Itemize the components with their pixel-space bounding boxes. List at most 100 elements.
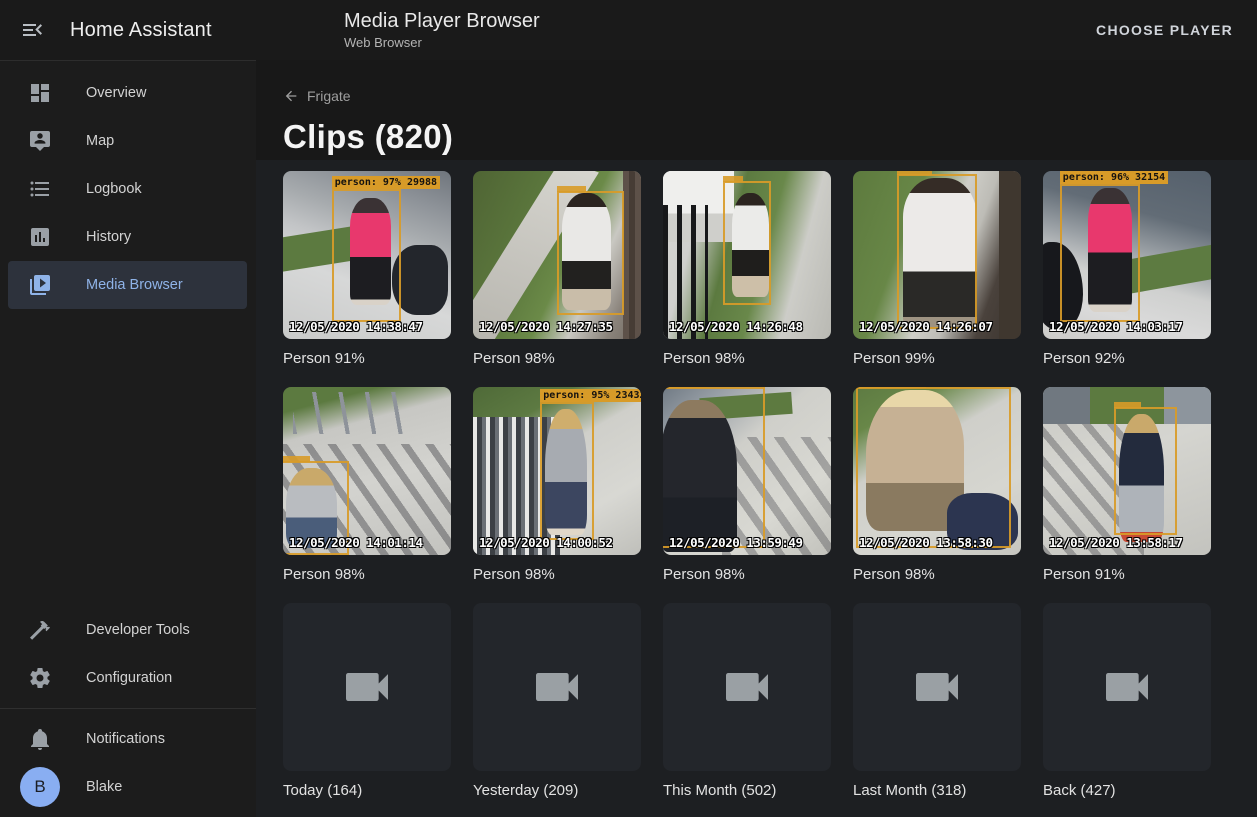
clip-caption: Person 98% [853,566,1021,583]
media-browser-content: Frigate Clips (820) person: 97% 29988 12… [256,60,1257,817]
timestamp-overlay: 12/05/2020 14:27:35 [479,319,613,334]
folder-card-today[interactable]: Today (164) [283,603,451,799]
sidebar-item-user[interactable]: B Blake [8,763,247,811]
folder-card-back[interactable]: Back (427) [1043,603,1211,799]
detection-box: person: 96% 32154 [1060,184,1141,322]
clip-card[interactable]: 12/05/2020 14:26:48 Person 98% [663,171,831,367]
breadcrumb-back-frigate[interactable]: Frigate [283,88,351,104]
clips-grid-area: person: 97% 29988 12/05/2020 14:38:47 Pe… [256,160,1257,817]
video-camera-icon [339,659,395,715]
clip-card[interactable]: 12/05/2020 14:01:14 Person 98% [283,387,451,583]
gear-icon [28,666,52,690]
chart-box-icon [28,225,52,249]
sidebar-item-label: Overview [86,85,146,101]
arrow-left-icon [283,88,299,104]
detection-box [856,387,1011,548]
sidebar-top: Overview Map Logbook History Media Brows… [0,69,256,309]
video-camera-icon [719,659,775,715]
sidebar-item-label: Developer Tools [86,622,190,638]
sidebar-item-label: Configuration [86,670,172,686]
sidebar-item-logbook[interactable]: Logbook [8,165,247,213]
folder-thumbnail [473,603,641,771]
folder-thumbnail [663,603,831,771]
dashboard-icon [28,81,52,105]
sidebar-item-configuration[interactable]: Configuration [8,654,247,702]
detection-box: person: 95% 23432 [540,402,594,540]
timestamp-overlay: 12/05/2020 14:00:52 [479,535,613,550]
sidebar: Overview Map Logbook History Media Brows… [0,60,256,817]
sidebar-item-notifications[interactable]: Notifications [8,715,247,763]
clip-caption: Person 98% [473,350,641,367]
avatar: B [20,767,60,807]
timestamp-overlay: 12/05/2020 14:38:47 [289,319,423,334]
folder-thumbnail [853,603,1021,771]
app-title: Home Assistant [70,19,212,42]
sidebar-item-label: Notifications [86,731,165,747]
clips-grid: person: 97% 29988 12/05/2020 14:38:47 Pe… [283,171,1230,799]
page-title: Media Player Browser [344,10,540,33]
sidebar-item-history[interactable]: History [8,213,247,261]
timestamp-overlay: 12/05/2020 14:01:14 [289,535,423,550]
video-camera-icon [529,659,585,715]
clip-thumbnail: person: 96% 32154 12/05/2020 14:03:17 [1043,171,1211,339]
page-title-block: Media Player Browser Web Browser [344,10,540,50]
clip-card[interactable]: person: 95% 23432 12/05/2020 14:00:52 Pe… [473,387,641,583]
clip-card[interactable]: 12/05/2020 14:27:35 Person 98% [473,171,641,367]
clip-thumbnail: person: 95% 23432 12/05/2020 14:00:52 [473,387,641,555]
detection-box: person: 97% 29988 [332,189,401,322]
sidebar-bottom: Developer Tools Configuration Notificati… [0,606,256,811]
sidebar-item-media-browser[interactable]: Media Browser [8,261,247,309]
folder-label: This Month (502) [663,782,831,799]
folder-card-yesterday[interactable]: Yesterday (209) [473,603,641,799]
railing-shape [293,392,417,434]
clip-caption: Person 91% [283,350,451,367]
clip-thumbnail: 12/05/2020 14:01:14 [283,387,451,555]
sidebar-item-label: Logbook [86,181,142,197]
clip-caption: Person 98% [473,566,641,583]
timestamp-overlay: 12/05/2020 14:26:48 [669,319,803,334]
detection-label: person: 95% 23432 [540,389,641,402]
detection-box [723,181,770,305]
detection-box [557,191,624,315]
clip-card[interactable]: 12/05/2020 13:58:17 Person 91% [1043,387,1211,583]
topbar-left: Home Assistant [0,0,256,60]
clip-card[interactable]: person: 97% 29988 12/05/2020 14:38:47 Pe… [283,171,451,367]
detection-box [663,387,765,548]
content-header: Frigate Clips (820) [256,60,1257,160]
menu-open-icon[interactable] [18,16,46,44]
list-bulleted-icon [28,177,52,201]
folder-label: Today (164) [283,782,451,799]
page-heading: Clips (820) [283,118,1230,156]
sidebar-item-map[interactable]: Map [8,117,247,165]
detection-label: person: 96% 32154 [1060,171,1168,184]
top-bar: Home Assistant Media Player Browser Web … [0,0,1257,60]
folder-card-last-month[interactable]: Last Month (318) [853,603,1021,799]
clip-caption: Person 98% [283,566,451,583]
folder-label: Last Month (318) [853,782,1021,799]
clip-caption: Person 99% [853,350,1021,367]
porch-shape [999,171,1021,339]
clip-card[interactable]: 12/05/2020 13:58:30 Person 98% [853,387,1021,583]
clip-card[interactable]: 12/05/2020 14:26:07 Person 99% [853,171,1021,367]
timestamp-overlay: 12/05/2020 14:26:07 [859,319,993,334]
clip-caption: Person 98% [663,350,831,367]
clip-card[interactable]: 12/05/2020 13:59:49 Person 98% [663,387,831,583]
folder-thumbnail [283,603,451,771]
timestamp-overlay: 12/05/2020 13:58:17 [1049,535,1183,550]
home-assistant-app: Home Assistant Media Player Browser Web … [0,0,1257,817]
sidebar-divider [0,708,256,709]
choose-player-button[interactable]: CHOOSE PLAYER [1088,14,1241,46]
video-camera-icon [1099,659,1155,715]
breadcrumb-label: Frigate [307,88,351,104]
timestamp-overlay: 12/05/2020 13:59:49 [669,535,803,550]
video-camera-icon [909,659,965,715]
clip-thumbnail: 12/05/2020 14:26:07 [853,171,1021,339]
folder-card-this-month[interactable]: This Month (502) [663,603,831,799]
clip-thumbnail: 12/05/2020 14:26:48 [663,171,831,339]
topbar-main: Media Player Browser Web Browser CHOOSE … [256,0,1257,60]
sidebar-item-developer-tools[interactable]: Developer Tools [8,606,247,654]
clip-card[interactable]: person: 96% 32154 12/05/2020 14:03:17 Pe… [1043,171,1211,367]
user-name: Blake [86,779,122,795]
sidebar-item-overview[interactable]: Overview [8,69,247,117]
clip-thumbnail: 12/05/2020 13:58:17 [1043,387,1211,555]
